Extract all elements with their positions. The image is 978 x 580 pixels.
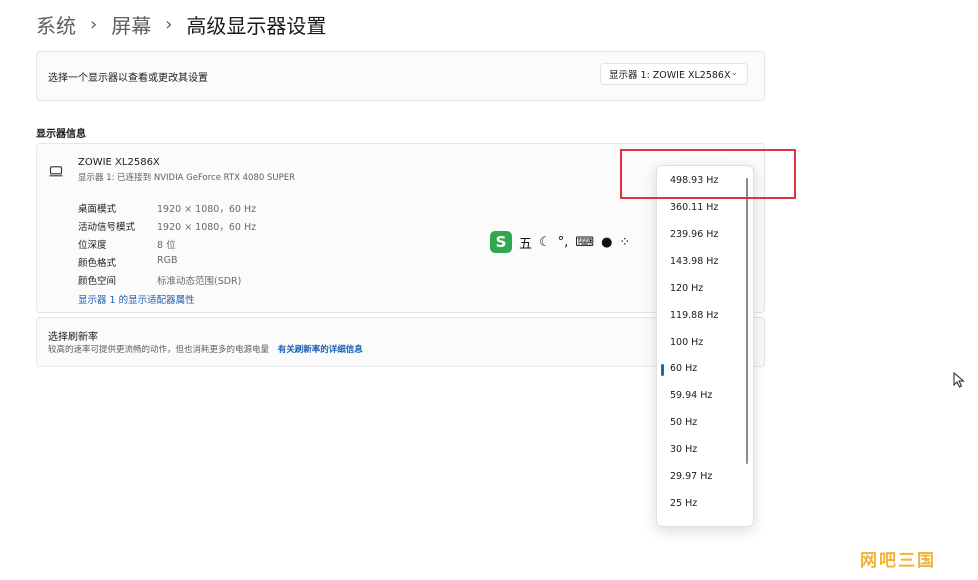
refresh-option[interactable]: 25 Hz [670,498,697,509]
keyboard-icon[interactable]: ⌨ [575,235,594,250]
ime-toolbar: S 五 ☾ °, ⌨ ● ⁘ [490,230,630,254]
refresh-option[interactable]: 120 Hz [670,283,703,294]
refresh-rate-title: 选择刷新率 [48,332,98,343]
refresh-option[interactable]: 100 Hz [670,337,703,348]
display-select-label: 选择一个显示器以查看或更改其设置 [48,73,208,84]
info-label-color-format: 颜色格式 [78,258,117,269]
user-icon[interactable]: ● [601,235,612,250]
dropdown-scrollbar[interactable] [746,178,748,464]
refresh-option[interactable]: 239.96 Hz [670,229,718,240]
info-value-signal-mode: 1920 × 1080，60 Hz [157,222,257,233]
refresh-option[interactable]: 119.88 Hz [670,310,718,321]
refresh-option-selected[interactable]: 60 Hz [670,363,697,374]
info-value-bit-depth: 8 位 [157,240,176,251]
refresh-option[interactable]: 59.94 Hz [670,390,712,401]
info-label-signal-mode: 活动信号模式 [78,222,136,233]
refresh-rate-desc: 较高的速率可提供更流畅的动作，但也消耗更多的电源电量 有关刷新率的详细信息 [48,343,363,355]
ime-mode[interactable]: 五 [519,233,532,252]
breadcrumb-display[interactable]: 屏幕 [111,10,151,39]
display-dropdown[interactable]: 显示器 1: ZOWIE XL2586X ⌄ [600,63,748,85]
display-dropdown-value: 显示器 1: ZOWIE XL2586X [609,70,731,81]
selected-indicator [661,364,664,376]
ime-punctuation[interactable]: °, [558,235,569,250]
grid-icon[interactable]: ⁘ [619,235,630,250]
ime-logo-icon[interactable]: S [490,231,512,253]
info-label-color-space: 颜色空间 [78,276,117,287]
breadcrumb-system[interactable]: 系统 [36,10,76,39]
highlight-box [620,149,796,199]
moon-icon[interactable]: ☾ [539,235,551,250]
breadcrumb-chevron-icon: › [165,13,173,35]
refresh-option[interactable]: 143.98 Hz [670,256,718,267]
section-title-display-info: 显示器信息 [36,129,86,140]
info-value-color-format: RGB [157,255,178,266]
refresh-option[interactable]: 29.97 Hz [670,471,712,482]
info-label-desktop-mode: 桌面模式 [78,204,117,215]
refresh-rate-desc-text: 较高的速率可提供更流畅的动作，但也消耗更多的电源电量 [48,345,270,355]
info-value-desktop-mode: 1920 × 1080，60 Hz [157,204,257,215]
chevron-down-icon: ⌄ [730,68,738,78]
refresh-option[interactable]: 50 Hz [670,417,697,428]
monitor-connection: 显示器 1: 已连接到 NVIDIA GeForce RTX 4080 SUPE… [78,173,295,183]
info-label-bit-depth: 位深度 [78,240,107,251]
refresh-option[interactable]: 360.11 Hz [670,202,718,213]
refresh-option[interactable]: 30 Hz [670,444,697,455]
refresh-rate-dropdown[interactable]: 498.93 Hz 360.11 Hz 239.96 Hz 143.98 Hz … [656,165,754,527]
refresh-rate-info-link[interactable]: 有关刷新率的详细信息 [278,345,363,355]
adapter-properties-link[interactable]: 显示器 1 的显示适配器属性 [78,292,195,306]
mouse-cursor-icon [953,371,965,392]
breadcrumb-chevron-icon: › [90,13,98,35]
breadcrumb: 系统 › 屏幕 › 高级显示器设置 [36,10,326,38]
page-title: 高级显示器设置 [186,13,327,38]
monitor-icon [49,162,63,181]
info-value-color-space: 标准动态范围(SDR) [157,276,242,287]
watermark-logo: 网吧三国 [860,551,936,571]
monitor-name: ZOWIE XL2586X [78,157,160,168]
